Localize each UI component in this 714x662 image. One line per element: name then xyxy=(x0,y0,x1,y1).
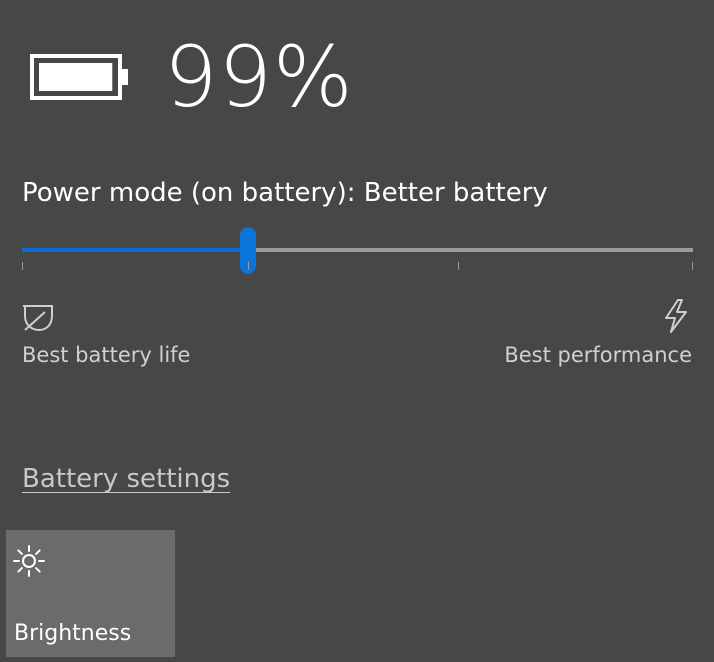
brightness-quick-action[interactable]: Brightness xyxy=(6,530,175,657)
slider-tick xyxy=(458,262,459,270)
brightness-label: Brightness xyxy=(14,621,132,646)
battery-settings-link[interactable]: Battery settings xyxy=(22,461,230,497)
slider-track-fill xyxy=(22,248,248,252)
leaf-icon xyxy=(21,302,55,334)
lightning-bolt-icon xyxy=(661,298,691,334)
power-mode-label: Power mode (on battery): Better battery xyxy=(22,178,548,208)
battery-full-icon xyxy=(30,53,130,101)
best-battery-life-label: Best battery life xyxy=(22,343,191,367)
slider-tick xyxy=(692,262,693,270)
slider-tick xyxy=(22,262,23,270)
best-performance-label: Best performance xyxy=(504,343,692,367)
battery-percentage: 99% xyxy=(164,28,354,126)
battery-flyout: 99% Power mode (on battery): Better batt… xyxy=(0,0,714,662)
slider-tick xyxy=(248,262,249,270)
sun-icon xyxy=(12,544,46,578)
power-mode-slider[interactable] xyxy=(22,226,693,274)
